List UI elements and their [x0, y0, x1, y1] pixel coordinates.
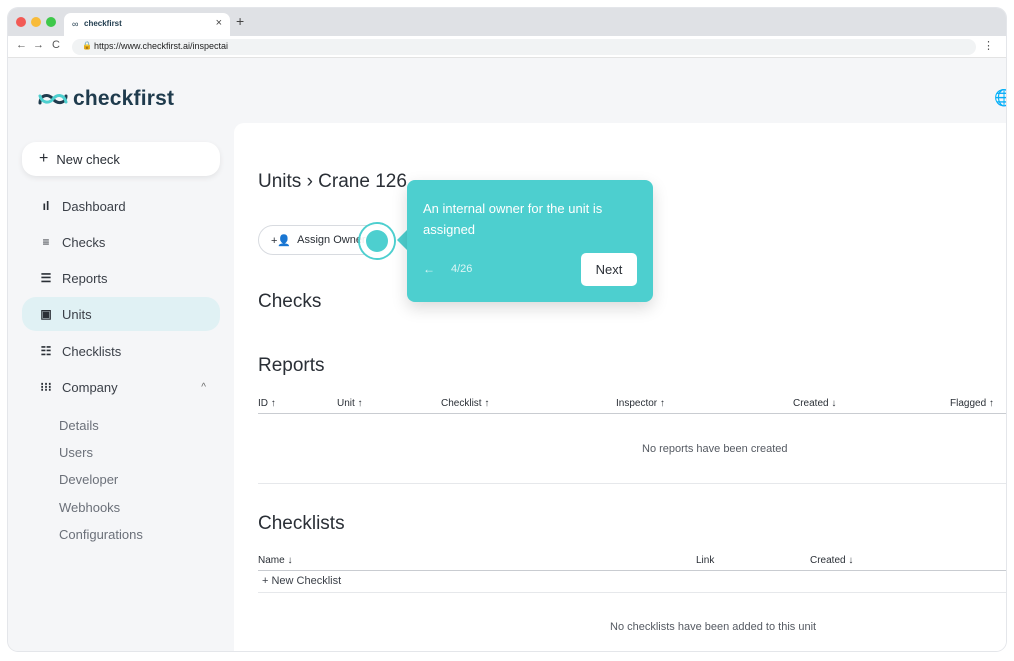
- back-arrow-icon[interactable]: ←: [16, 39, 27, 51]
- tour-step-counter: 4/26: [451, 263, 473, 275]
- sidebar-item-label: Checklists: [62, 343, 122, 359]
- new-checklist-label: New Checklist: [271, 575, 342, 587]
- checklists-heading: Checklists: [258, 513, 345, 534]
- tab-close-icon[interactable]: ×: [216, 17, 222, 29]
- sidebar-subitem-configurations[interactable]: Configurations: [59, 527, 143, 542]
- checkfirst-favicon-icon: ∞: [72, 19, 79, 29]
- sidebar-item-label: Company: [62, 379, 118, 395]
- browser-toolbar: ← → C 🔒 https://www.checkfirst.ai/inspec…: [8, 36, 1006, 58]
- tooltip-arrow: [397, 230, 407, 250]
- column-header-link[interactable]: Link: [696, 555, 714, 566]
- lock-icon: 🔒: [82, 41, 92, 50]
- reports-empty-message: No reports have been created: [642, 443, 788, 455]
- logo-text: checkfirst: [73, 87, 175, 110]
- breadcrumb: Units › Crane 126 -: [258, 171, 419, 192]
- checklists-row-divider: [258, 592, 1006, 593]
- column-header-unit[interactable]: Unit ↑: [337, 398, 363, 409]
- reports-header-divider: [258, 413, 1006, 414]
- logo[interactable]: checkfirst: [36, 87, 174, 111]
- reports-icon: ☰: [40, 271, 52, 285]
- tooltip-text: An internal owner for the unit is assign…: [423, 201, 603, 237]
- new-checklist-button[interactable]: + New Checklist: [262, 575, 341, 587]
- plus-icon: +: [39, 150, 49, 167]
- units-icon: ▣: [40, 307, 52, 321]
- column-header-created[interactable]: Created ↓: [810, 555, 853, 566]
- tour-hotspot-dot: [366, 230, 388, 252]
- column-header-name[interactable]: Name ↓: [258, 555, 292, 566]
- column-header-flagged[interactable]: Flagged ↑: [950, 398, 994, 409]
- reports-heading: Reports: [258, 355, 325, 376]
- tab-title: checkfirst: [84, 19, 122, 28]
- back-arrow-icon[interactable]: ←: [423, 262, 435, 276]
- checklists-icon: ☷: [40, 344, 52, 358]
- sidebar-item-label: Dashboard: [62, 198, 126, 214]
- sidebar-item-checks[interactable]: ≡ Checks: [22, 225, 220, 259]
- reload-icon[interactable]: C: [52, 39, 60, 51]
- tab-bar: ∞ checkfirst × +: [8, 8, 1006, 36]
- sidebar-item-label: Checks: [62, 234, 106, 250]
- chevron-up-icon[interactable]: ^: [201, 382, 206, 393]
- column-header-checklist[interactable]: Checklist ↑: [441, 398, 489, 409]
- new-check-label: New check: [56, 151, 120, 167]
- minimize-window-button[interactable]: [31, 17, 41, 27]
- next-button[interactable]: Next: [581, 253, 637, 286]
- sidebar-subitem-developer[interactable]: Developer: [59, 472, 118, 487]
- column-header-created[interactable]: Created ↓: [793, 398, 836, 409]
- sidebar-subitem-details[interactable]: Details: [59, 418, 99, 433]
- checkfirst-logo-icon: [38, 94, 68, 105]
- address-bar[interactable]: 🔒 https://www.checkfirst.ai/inspectai: [72, 39, 976, 55]
- reports-bottom-divider: [258, 483, 1006, 484]
- checklists-header-divider: [258, 570, 1006, 571]
- checks-icon: ≡: [42, 235, 50, 249]
- sidebar-item-checklists[interactable]: ☷ Checklists: [22, 334, 220, 368]
- sidebar-item-label: Units: [62, 306, 92, 322]
- assign-owner-label: Assign Owner: [297, 234, 366, 246]
- browser-window: ∞ checkfirst × + ← → C 🔒 https://www.che…: [8, 8, 1006, 651]
- forward-arrow-icon[interactable]: →: [33, 39, 44, 51]
- browser-menu-icon[interactable]: ⋮: [983, 39, 994, 52]
- sidebar-item-reports[interactable]: ☰ Reports: [22, 261, 220, 295]
- new-check-button[interactable]: + New check: [22, 142, 220, 176]
- column-header-inspector[interactable]: Inspector ↑: [616, 398, 665, 409]
- checks-heading: Checks: [258, 291, 322, 312]
- sidebar-subitem-users[interactable]: Users: [59, 445, 93, 460]
- sidebar-item-label: Reports: [62, 270, 108, 286]
- url-text: https://www.checkfirst.ai/inspectai: [94, 41, 229, 51]
- tour-tooltip: An internal owner for the unit is assign…: [407, 180, 653, 302]
- checklists-empty-message: No checklists have been added to this un…: [610, 621, 817, 633]
- new-tab-button[interactable]: +: [236, 13, 244, 29]
- bar-chart-icon: ıl: [42, 199, 50, 213]
- sidebar-item-company[interactable]: ⁝⁝⁝ Company ^: [22, 370, 220, 404]
- grid-icon: ⁝⁝⁝: [40, 380, 52, 394]
- browser-tab[interactable]: ∞ checkfirst ×: [64, 13, 230, 36]
- close-window-button[interactable]: [16, 17, 26, 27]
- sidebar-item-dashboard[interactable]: ıl Dashboard: [22, 189, 220, 223]
- maximize-window-button[interactable]: [46, 17, 56, 27]
- column-header-id[interactable]: ID ↑: [258, 398, 276, 409]
- sidebar-subitem-webhooks[interactable]: Webhooks: [59, 500, 120, 515]
- app-root: checkfirst 🌐 + New check ıl Dashboard ≡ …: [8, 58, 1006, 651]
- add-person-icon: +👤: [271, 234, 292, 247]
- sidebar-item-units[interactable]: ▣ Units: [22, 297, 220, 331]
- globe-icon[interactable]: 🌐: [994, 88, 1006, 108]
